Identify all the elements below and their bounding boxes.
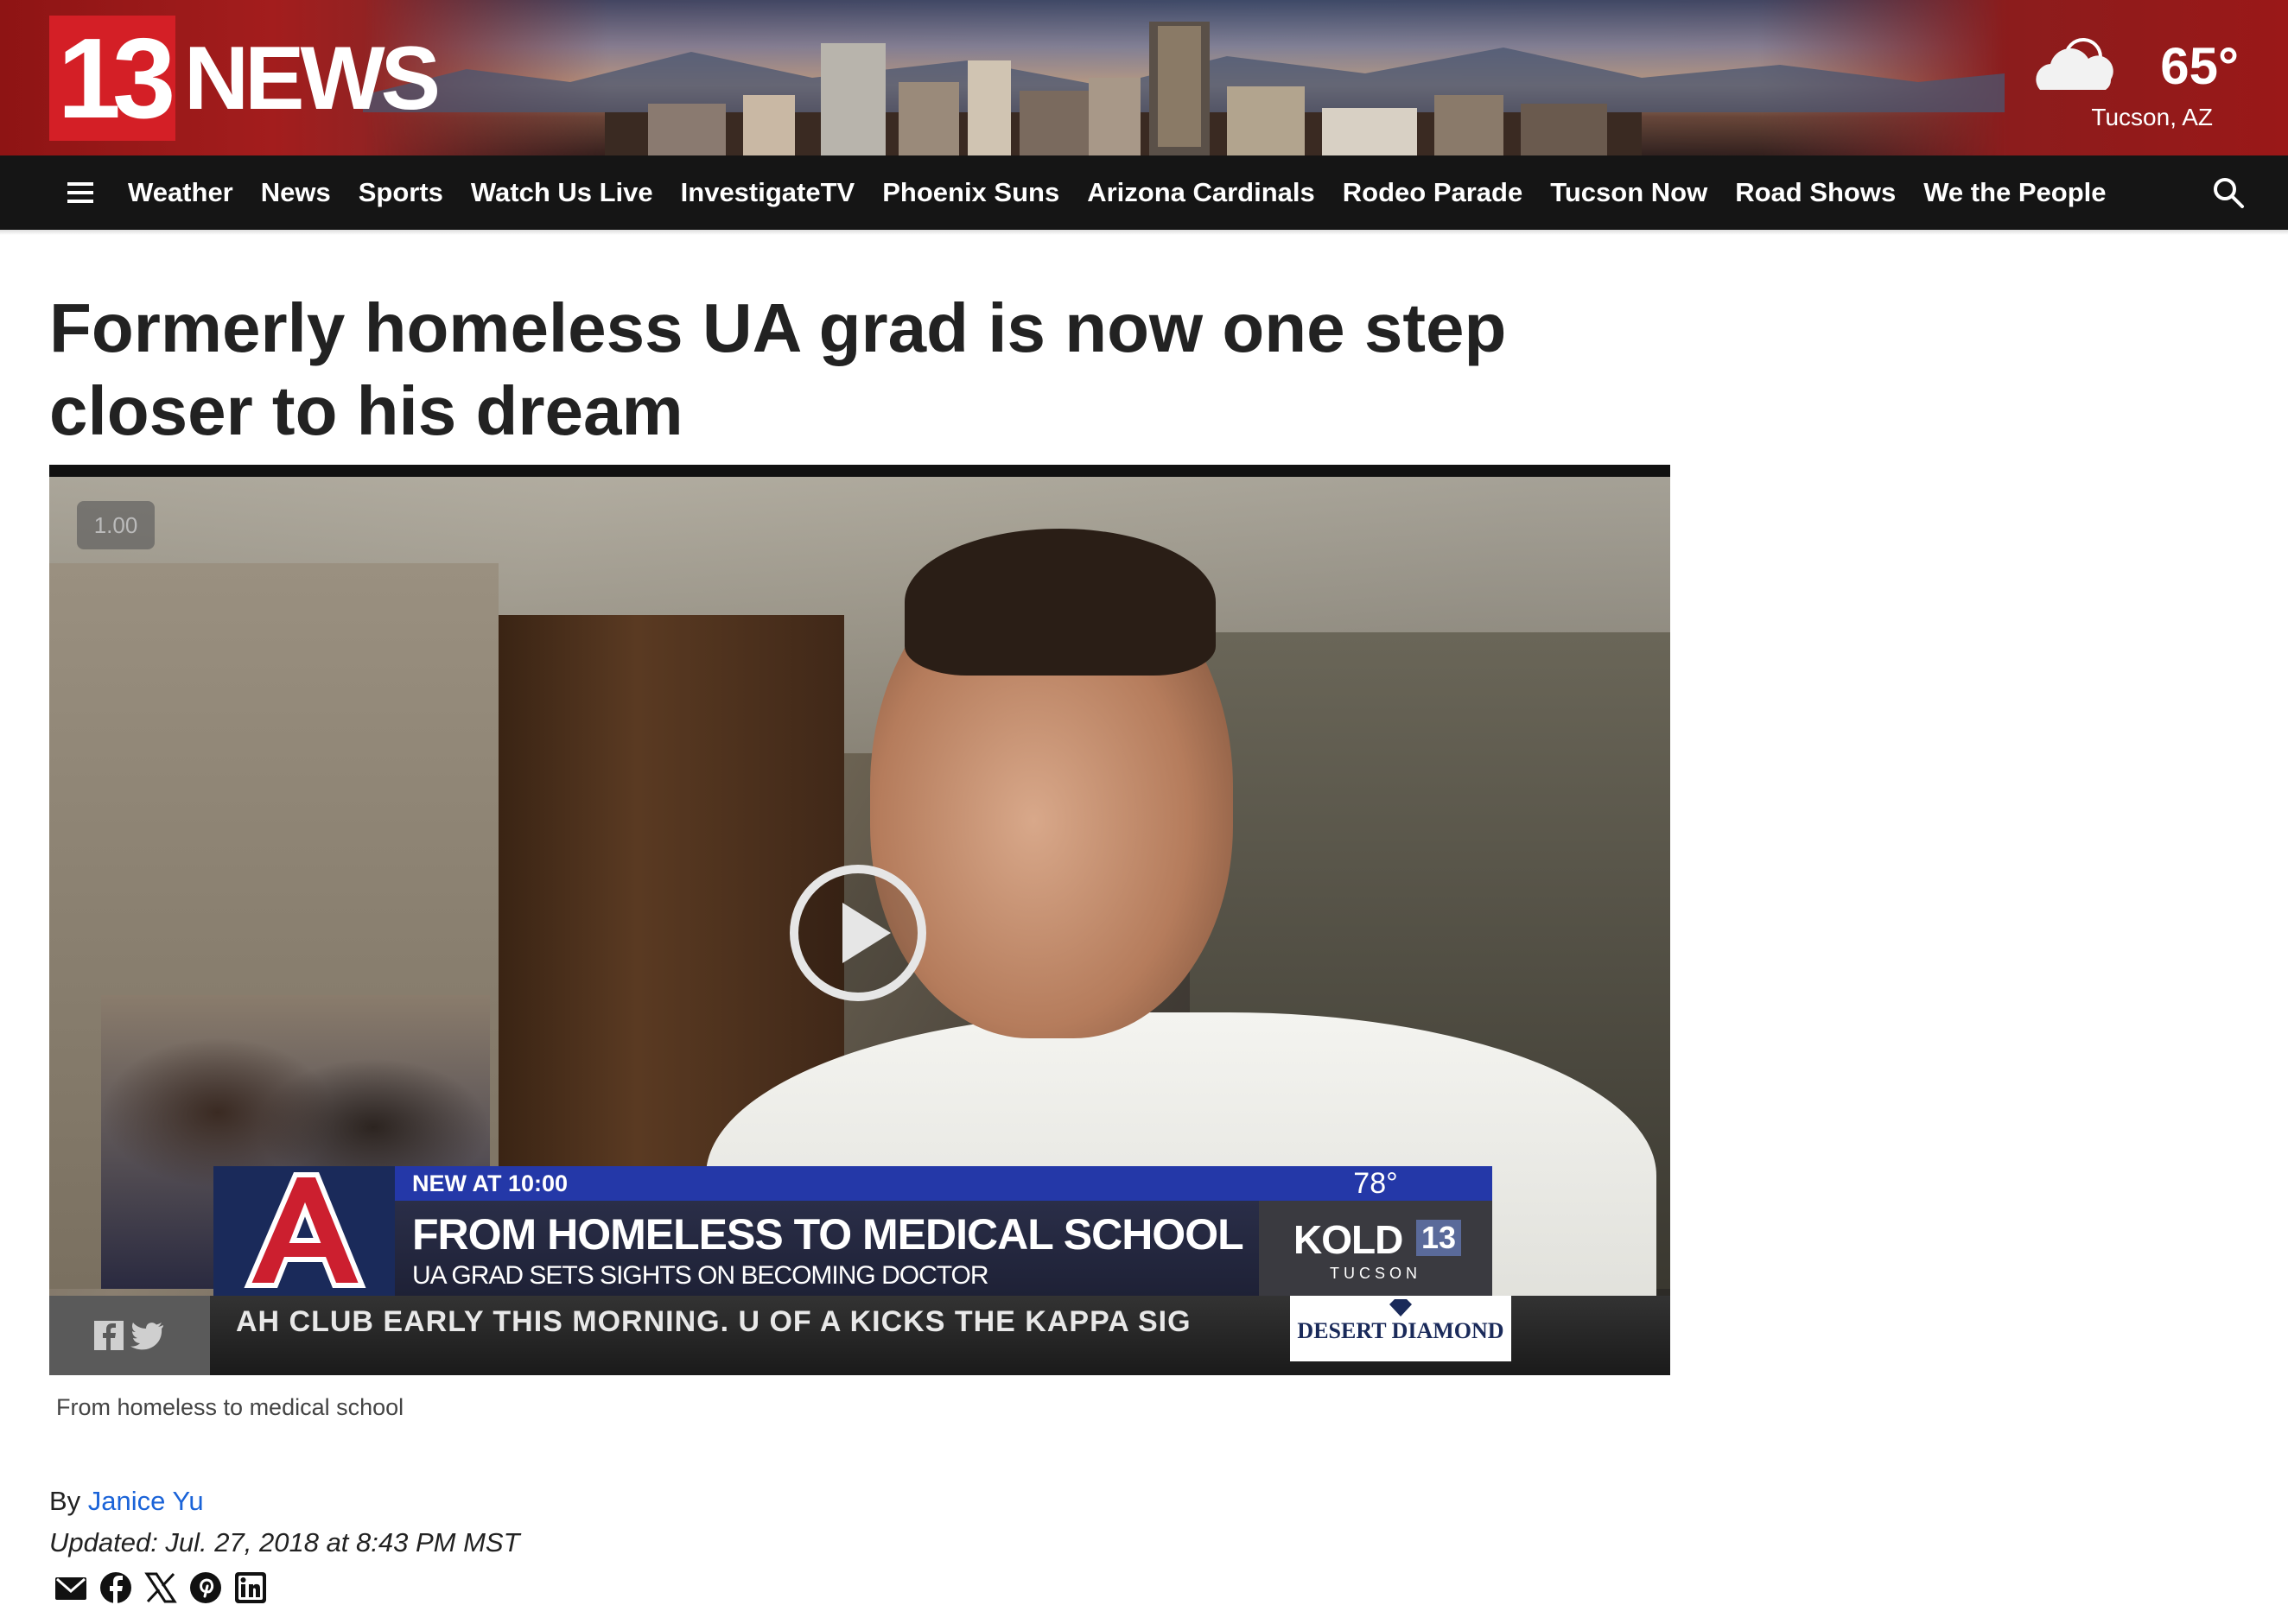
ticker-social-icons xyxy=(49,1296,210,1375)
video-frame: 1.00 NEW AT 10:00 FROM HOMELESS TO MEDIC… xyxy=(49,477,1670,1375)
station-number: 13 xyxy=(1416,1220,1462,1256)
byline: By Janice Yu xyxy=(49,1486,204,1517)
nav-item-rodeo-parade[interactable]: Rodeo Parade xyxy=(1343,177,1522,208)
weather-widget[interactable]: 65° Tucson, AZ xyxy=(2031,28,2239,140)
logo-number: 13 xyxy=(49,16,175,141)
lower-third-main: FROM HOMELESS TO MEDICAL SCHOOL UA GRAD … xyxy=(395,1201,1259,1296)
nav-divider xyxy=(0,230,2288,235)
news-ticker: AH CLUB EARLY THIS MORNING. U OF A KICKS… xyxy=(49,1296,1670,1375)
nav-item-tucson-now[interactable]: Tucson Now xyxy=(1550,177,1707,208)
nav-item-watch-us-live[interactable]: Watch Us Live xyxy=(471,177,653,208)
playback-speed-badge[interactable]: 1.00 xyxy=(77,501,155,549)
lower-third-title: FROM HOMELESS TO MEDICAL SCHOOL xyxy=(412,1210,1244,1259)
ticker-sponsor: DESERT DIAMOND xyxy=(1290,1296,1511,1361)
byline-prefix: By xyxy=(49,1486,88,1516)
station-logo: KOLD 13 TUCSON xyxy=(1259,1201,1492,1296)
site-logo[interactable]: 13 NEWS xyxy=(49,16,441,141)
lower-third-temperature: 78° xyxy=(1259,1166,1492,1201)
lower-third-kicker: NEW AT 10:00 xyxy=(395,1166,1259,1201)
header-banner: 13 NEWS 65° Tucson, AZ xyxy=(0,0,2288,155)
video-caption: From homeless to medical school xyxy=(56,1394,404,1420)
share-bar xyxy=(54,1570,268,1605)
nav-item-sports[interactable]: Sports xyxy=(359,177,443,208)
ticker-text: AH CLUB EARLY THIS MORNING. U OF A KICKS… xyxy=(236,1305,1192,1338)
logo-wordmark: NEWS xyxy=(184,28,441,129)
diamond-icon xyxy=(1389,1299,1412,1316)
play-icon[interactable] xyxy=(789,864,927,1002)
nav-item-arizona-cardinals[interactable]: Arizona Cardinals xyxy=(1087,177,1315,208)
main-nav: Weather News Sports Watch Us Live Invest… xyxy=(0,155,2288,230)
hamburger-menu-icon[interactable] xyxy=(67,181,95,205)
nav-item-phoenix-suns[interactable]: Phoenix Suns xyxy=(882,177,1059,208)
nav-item-news[interactable]: News xyxy=(261,177,331,208)
nav-item-investigatetv[interactable]: InvestigateTV xyxy=(681,177,855,208)
weather-location: Tucson, AZ xyxy=(2091,104,2213,130)
x-icon[interactable] xyxy=(143,1570,178,1605)
video-top-bar xyxy=(49,465,1670,477)
scene-person-hair xyxy=(905,529,1216,676)
weather-temperature: 65° xyxy=(2160,37,2239,95)
lower-third-subtitle: UA GRAD SETS SIGHTS ON BECOMING DOCTOR xyxy=(412,1261,989,1290)
nav-item-we-the-people[interactable]: We the People xyxy=(1923,177,2106,208)
facebook-icon[interactable] xyxy=(99,1570,133,1605)
linkedin-icon[interactable] xyxy=(233,1570,268,1605)
article-headline: Formerly homeless UA grad is now one ste… xyxy=(49,289,1507,449)
email-icon[interactable] xyxy=(54,1570,88,1605)
sponsor-name: DESERT DIAMOND xyxy=(1297,1318,1504,1343)
lower-third-graphic: NEW AT 10:00 FROM HOMELESS TO MEDICAL SC… xyxy=(213,1166,1509,1296)
nav-item-weather[interactable]: Weather xyxy=(128,177,233,208)
video-player[interactable]: 1.00 NEW AT 10:00 FROM HOMELESS TO MEDIC… xyxy=(49,465,1670,1375)
pinterest-icon[interactable] xyxy=(188,1570,223,1605)
partly-cloudy-icon xyxy=(2036,38,2113,90)
nav-item-road-shows[interactable]: Road Shows xyxy=(1735,177,1896,208)
station-name: KOLD xyxy=(1293,1217,1403,1262)
search-icon[interactable] xyxy=(2212,176,2245,209)
twitter-bird-icon xyxy=(130,1323,163,1350)
author-link[interactable]: Janice Yu xyxy=(88,1486,204,1516)
facebook-icon xyxy=(94,1321,124,1350)
station-city: TUCSON xyxy=(1330,1265,1421,1282)
updated-timestamp: Updated: Jul. 27, 2018 at 8:43 PM MST xyxy=(49,1527,520,1557)
university-a-logo xyxy=(213,1166,395,1296)
banner-city-skyline xyxy=(605,22,1642,155)
